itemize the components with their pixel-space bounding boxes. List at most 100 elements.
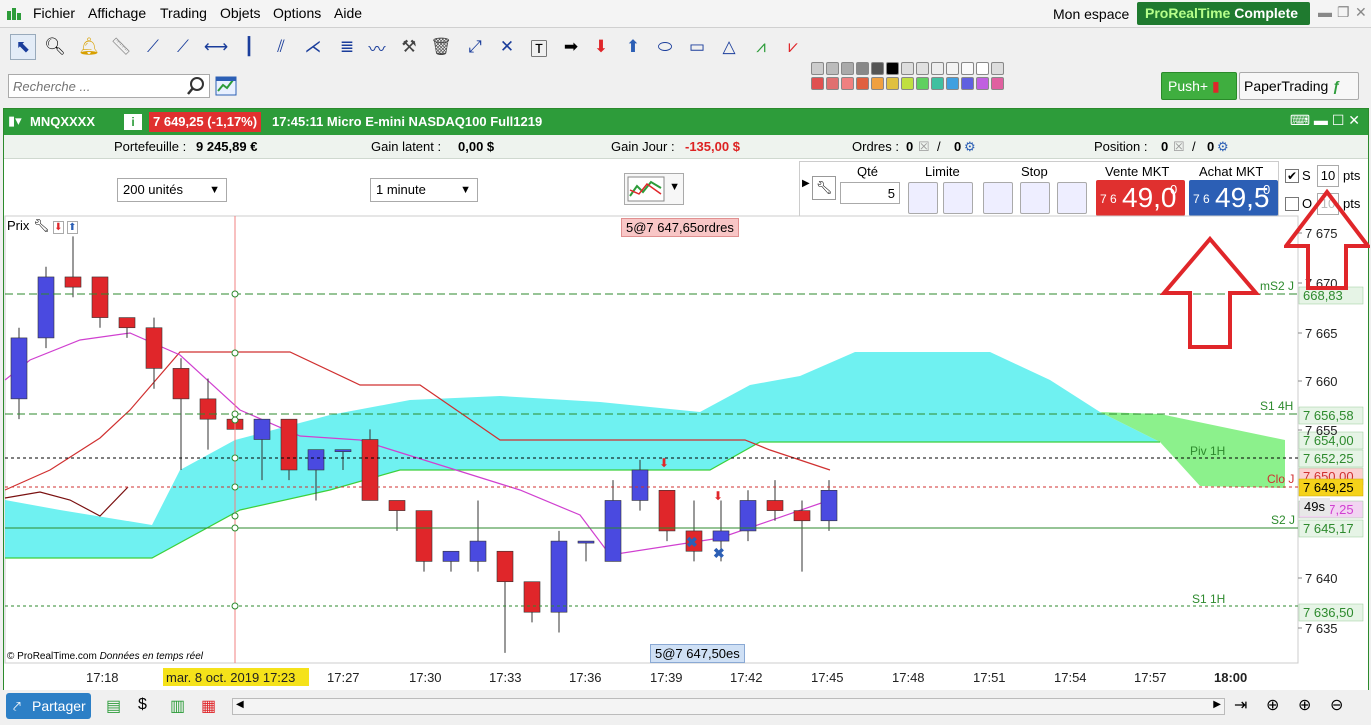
x-tick-label: 17:27 <box>327 670 360 685</box>
scroll-left-icon[interactable]: ◀ <box>236 699 244 710</box>
horizontal-scrollbar[interactable]: ◀ ▶ <box>232 698 1225 715</box>
search-icon[interactable] <box>186 76 206 96</box>
candle-up[interactable] <box>712 530 730 542</box>
arrow-right-icon[interactable]: ➡ <box>558 34 584 60</box>
trash-icon[interactable]: 🗑︎ <box>428 34 454 60</box>
candle-up[interactable] <box>739 500 757 532</box>
fibonacci-icon[interactable]: ≣ <box>334 34 360 60</box>
screener-icon[interactable] <box>215 74 239 98</box>
text-tool-icon[interactable]: 🅃 <box>526 34 552 60</box>
close-icon[interactable]: ✕ <box>1355 4 1367 21</box>
candle-down[interactable] <box>793 510 811 522</box>
channel-icon[interactable]: ⫽ <box>268 34 294 60</box>
share-button[interactable]: ⤤ Partager <box>6 693 91 719</box>
price-tag-label: 7 636,50 <box>1303 605 1354 620</box>
dollar-icon[interactable]: $ <box>138 696 147 714</box>
price-tag-label: 7 645,17 <box>1303 521 1354 536</box>
cross-marker-icon: ✖ <box>686 534 698 550</box>
push-button[interactable]: Push+ ▮ <box>1161 72 1237 100</box>
menu-objets[interactable]: Objets <box>220 5 260 21</box>
menu-fichier[interactable]: Fichier <box>33 5 75 21</box>
candle-up[interactable] <box>10 337 28 400</box>
candle-up[interactable] <box>442 550 460 562</box>
order-tag-bottom[interactable]: 5@7 647,50es <box>650 644 745 663</box>
candle-down[interactable] <box>415 510 433 562</box>
cursor-icon[interactable]: ⬉ <box>10 34 36 60</box>
price-chart[interactable]: mS2 J668,83S1 4H7 656,587 654,00Piv 1H 7 … <box>0 108 1371 690</box>
zoom-icon[interactable]: 🔍︎ <box>42 34 68 60</box>
candle-up[interactable] <box>577 540 595 544</box>
menu-aide[interactable]: Aide <box>334 5 362 21</box>
zoom-fit-icon[interactable]: ⊕ <box>1266 695 1279 715</box>
brand-name: ProRealTime <box>1145 5 1231 21</box>
candle-down[interactable] <box>118 317 136 329</box>
arrows-icon[interactable]: ⤢ <box>462 34 488 60</box>
rectangle-icon[interactable]: ▭ <box>684 34 710 60</box>
tools-icon[interactable]: ⚒ <box>396 34 422 60</box>
candle-countdown: 49s <box>1300 498 1330 516</box>
list-icon[interactable]: ▦ <box>201 696 216 716</box>
candle-down[interactable] <box>496 550 514 583</box>
ray-icon[interactable]: ⟋ <box>170 34 196 60</box>
candle-up[interactable] <box>469 540 487 562</box>
candle-up[interactable] <box>631 469 649 501</box>
menu-options[interactable]: Options <box>273 5 321 21</box>
menu-trading[interactable]: Trading <box>160 5 207 21</box>
cross-icon[interactable]: ✕ <box>494 34 520 60</box>
candle-down[interactable] <box>199 398 217 420</box>
zoom-out-icon[interactable]: ⊖ <box>1330 695 1343 715</box>
candle-down[interactable] <box>361 439 379 501</box>
arrow-down-icon[interactable]: ⬇ <box>53 221 64 234</box>
wave-icon[interactable]: 〰 <box>364 34 390 60</box>
candle-up[interactable] <box>37 276 55 339</box>
candle-up[interactable] <box>334 449 352 452</box>
candle-down[interactable] <box>64 276 82 288</box>
zoom-in-icon[interactable]: ⊕ <box>1298 695 1311 715</box>
wrench-icon[interactable]: 🔧︎ <box>33 218 50 233</box>
fan-icon[interactable]: ⋌ <box>300 34 326 60</box>
arrow-up-icon[interactable]: ⬆ <box>620 34 646 60</box>
candle-down[interactable] <box>145 327 163 369</box>
arrow-down-icon[interactable]: ⬇ <box>588 34 614 60</box>
notes-icon[interactable]: ▤ <box>106 696 121 716</box>
crosshair-marker <box>231 416 239 424</box>
bars-icon[interactable]: ▥ <box>170 696 185 716</box>
ellipse-icon[interactable]: ⬭ <box>652 34 678 60</box>
y-tick-label: 7 660 <box>1305 374 1338 389</box>
minimize-icon[interactable]: ▬ <box>1318 4 1332 20</box>
candle-down[interactable] <box>91 276 109 318</box>
candle-up[interactable] <box>253 418 271 440</box>
vertical-line-icon[interactable]: ┃ <box>236 34 262 60</box>
share-label: Partager <box>32 698 86 714</box>
ruler-icon[interactable]: 📏︎ <box>108 34 134 60</box>
candle-up[interactable] <box>307 449 325 471</box>
scroll-right-icon[interactable]: ▶ <box>1213 699 1221 710</box>
alert-bell-icon[interactable]: 🔔︎ <box>76 34 102 60</box>
search-input[interactable] <box>8 74 210 98</box>
level-label: S1 1H <box>1192 592 1225 606</box>
horizontal-line-icon[interactable]: ⟷ <box>203 34 229 60</box>
candle-down[interactable] <box>172 368 190 400</box>
level-label: S1 4H <box>1260 399 1293 413</box>
x-tick-label: 17:18 <box>86 670 119 685</box>
trendline-icon[interactable]: ⟋ <box>140 34 166 60</box>
order-tag-top[interactable]: 5@7 647,65ordres <box>621 218 739 237</box>
candle-down[interactable] <box>388 500 406 511</box>
candle-down[interactable] <box>766 500 784 511</box>
triangle-icon[interactable]: △ <box>716 34 742 60</box>
scroll-end-icon[interactable]: ⇥ <box>1234 695 1247 715</box>
candle-down[interactable] <box>523 581 541 613</box>
candle-up[interactable] <box>550 540 568 613</box>
restore-icon[interactable]: ❐ <box>1337 4 1350 21</box>
workspace-label[interactable]: Mon espace <box>1053 6 1129 22</box>
candle-up[interactable] <box>604 500 622 562</box>
papertrading-button[interactable]: PaperTrading ƒ <box>1239 72 1359 100</box>
arrow-up-icon[interactable]: ⬆ <box>67 221 78 234</box>
candle-up[interactable] <box>820 489 838 522</box>
candle-down[interactable] <box>280 418 298 471</box>
zigzag-icon[interactable]: ⩗ <box>780 34 806 60</box>
x-tick-label: 17:45 <box>811 670 844 685</box>
candle-down[interactable] <box>658 489 676 532</box>
menu-affichage[interactable]: Affichage <box>88 5 146 21</box>
pattern-icon[interactable]: ⩘ <box>748 34 774 60</box>
